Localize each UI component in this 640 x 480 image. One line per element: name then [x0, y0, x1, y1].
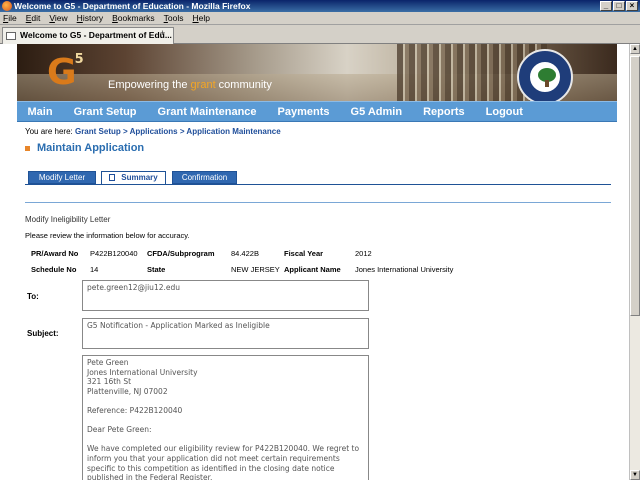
scroll-down-arrow-icon[interactable]: ▼ [630, 470, 640, 480]
menu-edit[interactable]: Edit [26, 13, 41, 23]
firefox-icon [2, 1, 12, 11]
department-seal-icon [517, 49, 573, 102]
nav-grant-setup[interactable]: Grant Setup [63, 106, 147, 118]
award-value: P422B120040 [90, 249, 138, 258]
close-button[interactable]: × [626, 1, 638, 11]
subject-field[interactable]: G5 Notification - Application Marked as … [82, 318, 369, 349]
cfda-value: 84.422B [231, 249, 259, 258]
menu-bar: File Edit View History Bookmarks Tools H… [0, 12, 640, 25]
applicant-value: Jones International University [355, 265, 454, 274]
to-field[interactable]: pete.green12@jiu12.edu [82, 280, 369, 311]
minimize-button[interactable]: _ [600, 1, 612, 11]
cfda-label: CFDA/Subprogram [147, 249, 215, 258]
bullet-icon [25, 145, 30, 151]
schedule-value: 14 [90, 265, 99, 274]
new-tab-button[interactable]: + [160, 28, 165, 38]
browser-tab-label: Welcome to G5 - Department of Edu... [20, 30, 172, 40]
fiscal-year-label: Fiscal Year [284, 249, 324, 258]
browser-tab[interactable]: Welcome to G5 - Department of Edu... [2, 27, 174, 44]
schedule-label: Schedule No [31, 265, 77, 274]
instruction-text: Please review the information below for … [25, 231, 190, 240]
window-titlebar: Welcome to G5 - Department of Education … [0, 0, 640, 12]
subject-label: Subject: [27, 329, 59, 338]
browser-tab-strip: Welcome to G5 - Department of Edu... + [0, 25, 640, 44]
menu-bookmarks[interactable]: Bookmarks [112, 13, 155, 23]
tagline: Empowering the grant community [108, 79, 272, 91]
g5-logo[interactable]: G5 [47, 52, 84, 93]
nav-logout[interactable]: Logout [475, 106, 533, 118]
page-viewport: G5 Empowering the grant community Main G… [0, 44, 629, 480]
section-divider [25, 202, 611, 203]
nav-grant-maintenance[interactable]: Grant Maintenance [147, 106, 267, 118]
fiscal-year-value: 2012 [355, 249, 372, 258]
section-label: Modify Ineligibility Letter [25, 215, 111, 224]
letter-body-textarea[interactable]: Pete Green Jones International Universit… [82, 355, 369, 480]
menu-view[interactable]: View [49, 13, 67, 23]
nav-main[interactable]: Main [17, 106, 63, 118]
menu-file[interactable]: File [3, 13, 17, 23]
document-icon [109, 174, 116, 182]
award-label: PR/Award No [31, 249, 79, 258]
nav-g5-admin[interactable]: G5 Admin [340, 106, 413, 118]
breadcrumb: You are here: Grant Setup > Applications… [25, 127, 281, 136]
nav-reports[interactable]: Reports [413, 106, 476, 118]
maximize-button[interactable]: □ [613, 1, 625, 11]
site-banner: G5 Empowering the grant community [17, 44, 617, 102]
menu-tools[interactable]: Tools [164, 13, 184, 23]
main-nav: Main Grant Setup Grant Maintenance Payme… [17, 101, 617, 122]
tab-summary[interactable]: Summary [101, 171, 166, 185]
state-label: State [147, 265, 166, 274]
menu-help[interactable]: Help [192, 13, 209, 23]
scroll-thumb[interactable] [630, 56, 640, 316]
scroll-up-arrow-icon[interactable]: ▲ [630, 44, 640, 54]
state-value: NEW JERSEY [231, 265, 280, 274]
breadcrumb-grant-setup[interactable]: Grant Setup [75, 127, 121, 136]
tab-confirmation[interactable]: Confirmation [172, 171, 237, 184]
page-title: Maintain Application [25, 142, 144, 154]
window-title: Welcome to G5 - Department of Education … [14, 1, 251, 11]
vertical-scrollbar[interactable]: ▲ ▼ [629, 44, 640, 480]
tab-modify-letter[interactable]: Modify Letter [28, 171, 96, 184]
nav-payments[interactable]: Payments [267, 106, 340, 118]
breadcrumb-application-maintenance[interactable]: Application Maintenance [186, 127, 280, 136]
applicant-label: Applicant Name [284, 265, 341, 274]
to-label: To: [27, 292, 39, 301]
menu-history[interactable]: History [77, 13, 103, 23]
breadcrumb-applications[interactable]: Applications [130, 127, 178, 136]
page-icon [6, 32, 16, 40]
